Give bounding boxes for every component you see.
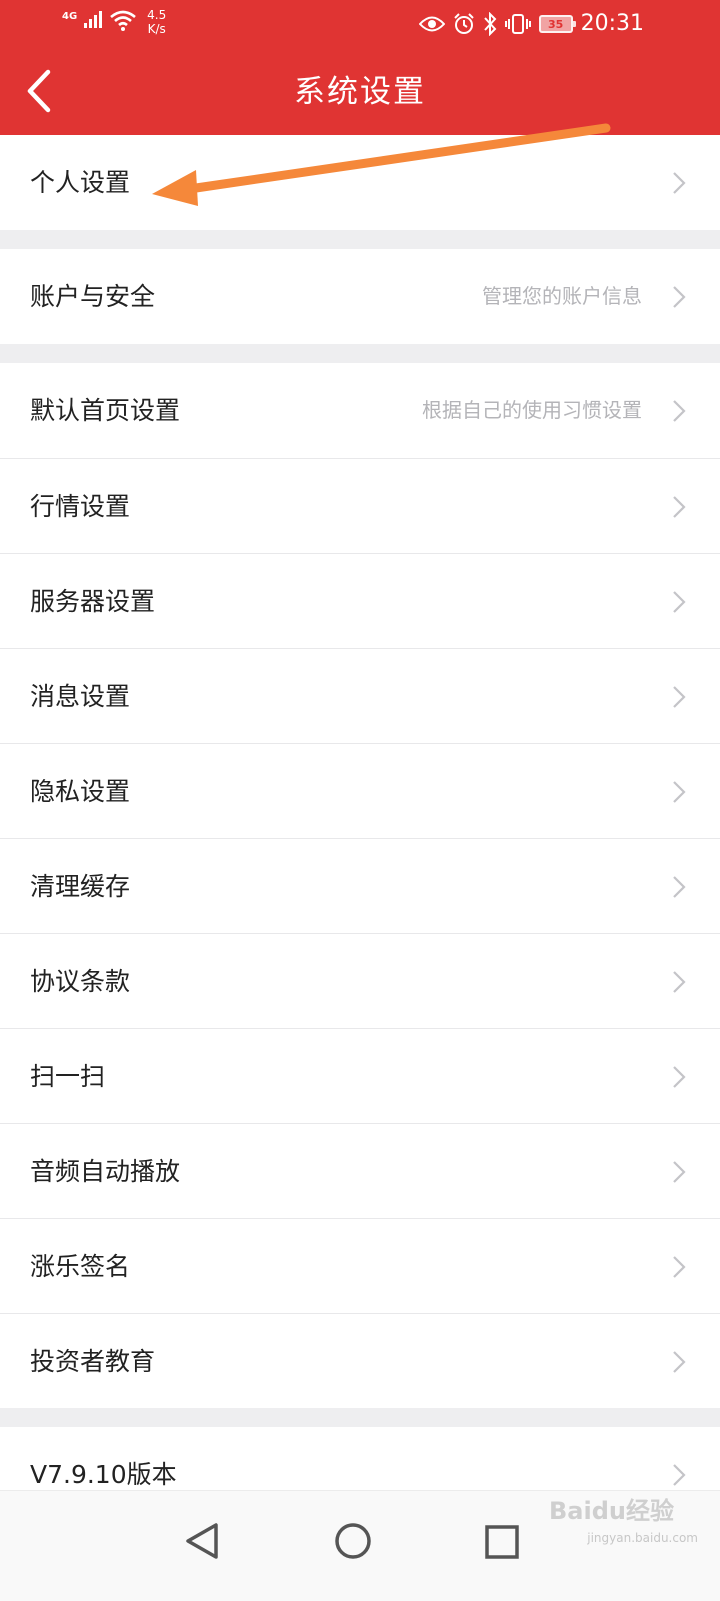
settings-list: 个人设置账户与安全 管理您的账户信息默认首页设置 根据自己的使用习惯设置行情设置服务… bbox=[0, 135, 720, 1522]
settings-row[interactable]: 服务器设置 bbox=[0, 553, 720, 648]
page-title: 系统设置 bbox=[294, 74, 426, 110]
settings-row[interactable]: 行情设置 bbox=[0, 458, 720, 553]
nav-recents-button[interactable] bbox=[466, 1509, 536, 1569]
chevron-right-icon bbox=[673, 781, 686, 803]
settings-row-label: 消息设置 bbox=[30, 682, 131, 711]
chevron-right-icon bbox=[673, 286, 686, 308]
settings-row-label: 账户与安全 bbox=[30, 282, 156, 311]
settings-row[interactable]: 隐私设置 bbox=[0, 743, 720, 838]
settings-row-label: 服务器设置 bbox=[30, 587, 156, 616]
settings-row[interactable]: 清理缓存 bbox=[0, 838, 720, 933]
settings-row[interactable]: 扫一扫 bbox=[0, 1028, 720, 1123]
settings-row-label: 协议条款 bbox=[30, 967, 131, 996]
settings-row-label: 行情设置 bbox=[30, 492, 131, 521]
chevron-right-icon bbox=[673, 172, 686, 194]
settings-row-hint: 管理您的账户信息 bbox=[482, 284, 642, 308]
settings-row-label: 音频自动播放 bbox=[30, 1157, 181, 1186]
settings-row-label: 涨乐签名 bbox=[30, 1252, 131, 1281]
settings-row[interactable]: 涨乐签名 bbox=[0, 1218, 720, 1313]
status-right: 35 20:31 bbox=[418, 10, 644, 38]
nav-home-icon bbox=[335, 1523, 371, 1559]
signal-icon bbox=[84, 11, 103, 28]
network-type: 4G bbox=[62, 11, 78, 22]
settings-group: 个人设置 bbox=[0, 135, 720, 230]
settings-row[interactable]: 默认首页设置 根据自己的使用习惯设置 bbox=[0, 363, 720, 458]
eye-icon bbox=[418, 16, 445, 32]
settings-group: 账户与安全 管理您的账户信息 bbox=[0, 249, 720, 344]
settings-row[interactable]: 投资者教育 bbox=[0, 1313, 720, 1408]
chevron-right-icon bbox=[673, 686, 686, 708]
watermark-url: jingyan.baidu.com bbox=[587, 1531, 698, 1545]
watermark-logo: Baidu经验 bbox=[549, 1497, 674, 1525]
settings-row-label: 投资者教育 bbox=[30, 1347, 156, 1376]
vibrate-icon bbox=[504, 14, 531, 34]
nav-back-button[interactable] bbox=[166, 1509, 236, 1569]
chevron-right-icon bbox=[673, 591, 686, 613]
bluetooth-icon bbox=[483, 12, 496, 36]
app-header: 4G 4.5 K/s 35 20:31 系统设置 bbox=[0, 0, 720, 135]
chevron-right-icon bbox=[673, 1066, 686, 1088]
chevron-right-icon bbox=[673, 400, 686, 422]
settings-row[interactable]: 协议条款 bbox=[0, 933, 720, 1028]
wifi-icon bbox=[110, 10, 137, 31]
nav-home-button[interactable] bbox=[318, 1509, 388, 1569]
settings-row-label: 扫一扫 bbox=[30, 1062, 106, 1091]
settings-group: 默认首页设置 根据自己的使用习惯设置行情设置服务器设置消息设置隐私设置清理缓存协议… bbox=[0, 363, 720, 1408]
status-left: 4G 4.5 K/s bbox=[62, 8, 166, 36]
chevron-right-icon bbox=[673, 1161, 686, 1183]
settings-row[interactable]: 账户与安全 管理您的账户信息 bbox=[0, 249, 720, 344]
chevron-right-icon bbox=[673, 496, 686, 518]
settings-row[interactable]: 个人设置 bbox=[0, 135, 720, 230]
chevron-right-icon bbox=[673, 1464, 686, 1486]
section-gap bbox=[0, 1408, 720, 1427]
settings-row-label: 默认首页设置 bbox=[30, 396, 181, 425]
alarm-icon bbox=[453, 13, 474, 34]
network-speed: 4.5 K/s bbox=[147, 8, 167, 36]
settings-row-label: 隐私设置 bbox=[30, 777, 131, 806]
settings-row[interactable]: 消息设置 bbox=[0, 648, 720, 743]
nav-recents-icon bbox=[485, 1525, 519, 1559]
chevron-right-icon bbox=[673, 1351, 686, 1373]
chevron-right-icon bbox=[673, 876, 686, 898]
section-gap bbox=[0, 230, 720, 249]
section-gap bbox=[0, 344, 720, 363]
status-time: 20:31 bbox=[580, 11, 644, 36]
chevron-right-icon bbox=[673, 1256, 686, 1278]
chevron-right-icon bbox=[673, 971, 686, 993]
settings-row-hint: 根据自己的使用习惯设置 bbox=[422, 398, 642, 422]
settings-row-label: 个人设置 bbox=[30, 168, 131, 197]
settings-row-label: 清理缓存 bbox=[30, 872, 131, 901]
battery-icon: 35 bbox=[538, 15, 576, 33]
status-bar: 4G 4.5 K/s 35 20:31 bbox=[0, 0, 720, 48]
settings-row[interactable]: 音频自动播放 bbox=[0, 1123, 720, 1218]
nav-back-icon bbox=[186, 1523, 218, 1559]
